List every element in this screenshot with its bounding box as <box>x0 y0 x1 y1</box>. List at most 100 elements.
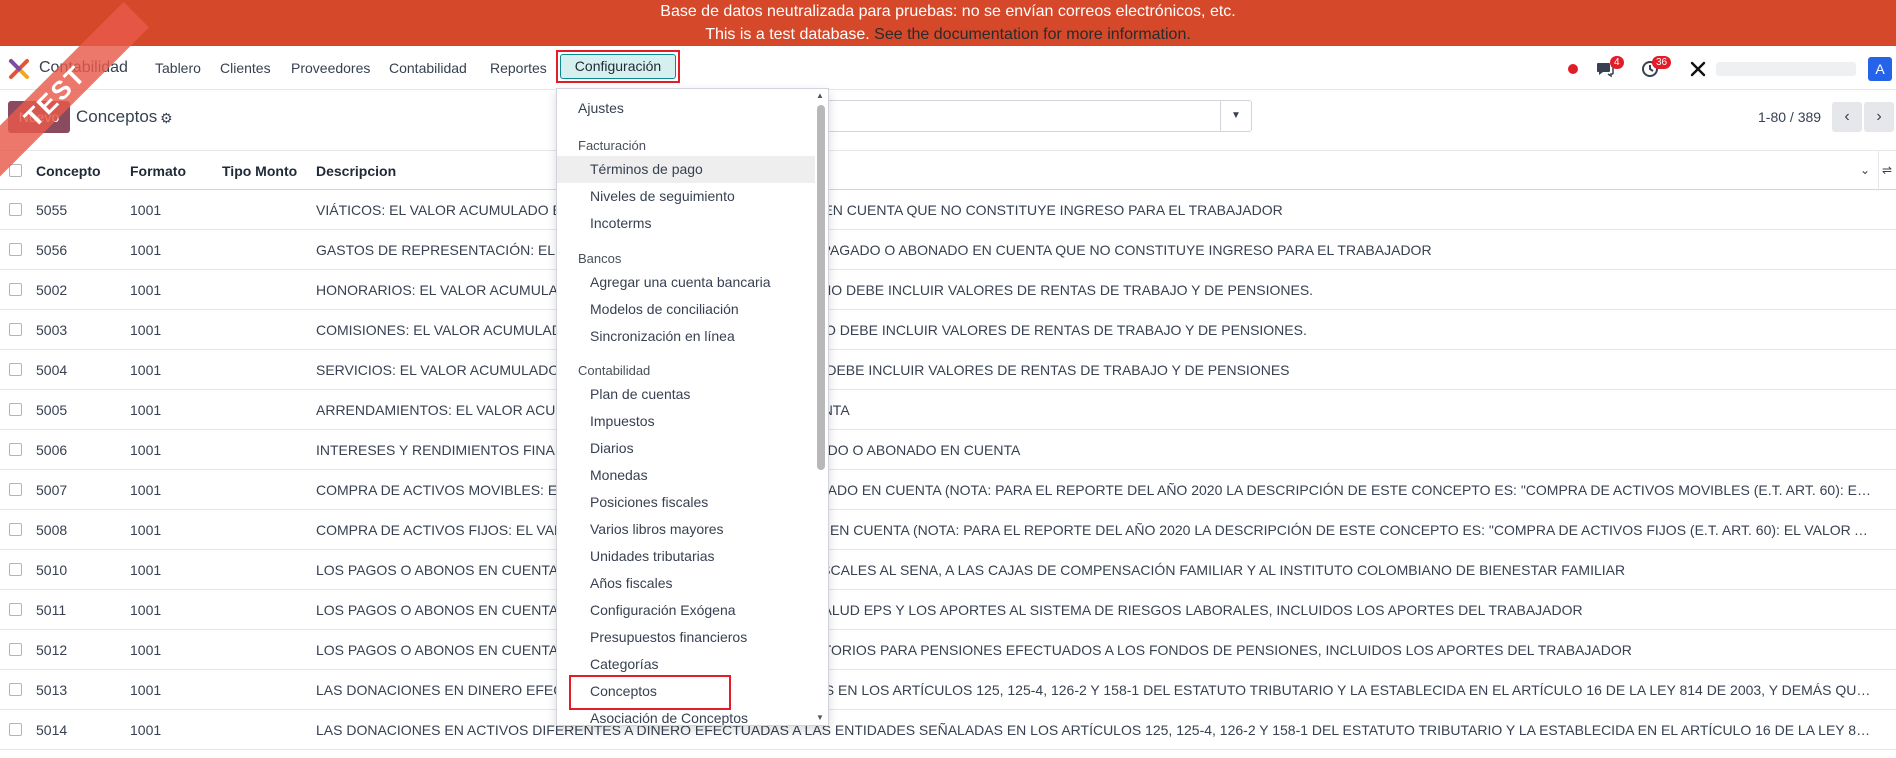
menu-item-label: Plan de cuentas <box>590 386 691 402</box>
menu-item-label: Impuestos <box>590 413 655 429</box>
menu-item-label: Diarios <box>590 440 634 456</box>
pager-next-button[interactable]: › <box>1864 102 1894 132</box>
menu-item-bancos-0[interactable]: Agregar una cuenta bancaria <box>557 269 815 296</box>
table-row[interactable]: 5013 1001 LAS DONACIONES EN DINERO EFECTUA… <box>0 670 1896 710</box>
table-row[interactable]: 5004 1001 SERVICIOS: EL VALOR ACUMULADO PA… <box>0 350 1896 390</box>
cell-formato: 1001 <box>130 282 162 298</box>
menu-configuracion[interactable]: Configuración <box>560 54 676 79</box>
section-header-contabilidad: Contabilidad <box>578 363 651 378</box>
table-row[interactable]: 5012 1001 LOS PAGOS O ABONOS EN CUENTA POR… <box>0 630 1896 670</box>
row-checkbox[interactable] <box>9 243 22 256</box>
dropdown-scrollbar[interactable] <box>817 105 825 470</box>
pager-value[interactable]: 1-80 / 389 <box>1758 109 1821 125</box>
menu-item-label: Posiciones fiscales <box>590 494 709 510</box>
table-row[interactable]: 5005 1001 ARRENDAMIENTOS: EL VALOR ACUMULA… <box>0 390 1896 430</box>
scroll-up-icon[interactable]: ▲ <box>816 91 824 100</box>
menu-item-facturacion-1[interactable]: Niveles de seguimiento <box>557 183 815 210</box>
row-checkbox[interactable] <box>9 683 22 696</box>
gear-icon[interactable]: ⚙ <box>160 110 173 127</box>
table-header: Concepto Formato Tipo Monto Descripcion … <box>0 150 1896 191</box>
menu-item-contabilidad-9[interactable]: Presupuestos financieros <box>557 624 815 651</box>
column-header-concepto[interactable]: Concepto <box>36 163 101 179</box>
user-name-blurred[interactable] <box>1716 62 1856 76</box>
menu-contabilidad[interactable]: Contabilidad <box>389 60 467 76</box>
menu-item-bancos-2[interactable]: Sincronización en línea <box>557 323 815 350</box>
cell-concepto: 5006 <box>36 442 68 458</box>
menu-item-contabilidad-2[interactable]: Diarios <box>557 435 815 462</box>
table-row[interactable]: 5002 1001 HONORARIOS: EL VALOR ACUMULADO P… <box>0 270 1896 310</box>
menu-item-label: Incoterms <box>590 215 652 231</box>
banner-line-1: Base de datos neutralizada para pruebas:… <box>660 3 1236 20</box>
row-checkbox[interactable] <box>9 283 22 296</box>
column-header-tipo-monto[interactable]: Tipo Monto <box>222 163 297 179</box>
menu-item-contabilidad-7[interactable]: Años fiscales <box>557 570 815 597</box>
menu-item-contabilidad-0[interactable]: Plan de cuentas <box>557 381 815 408</box>
menu-item-contabilidad-6[interactable]: Unidades tributarias <box>557 543 815 570</box>
accounting-app-icon[interactable] <box>8 58 30 80</box>
search-input[interactable] <box>820 100 1224 132</box>
row-checkbox[interactable] <box>9 323 22 336</box>
row-checkbox[interactable] <box>9 563 22 576</box>
menu-item-bancos-1[interactable]: Modelos de conciliación <box>557 296 815 323</box>
menu-item-contabilidad-8[interactable]: Configuración Exógena <box>557 597 815 624</box>
menu-item-facturacion-0[interactable]: Términos de pago <box>557 156 815 183</box>
table-row[interactable]: 5010 1001 LOS PAGOS O ABONOS EN CUENTA POR… <box>0 550 1896 590</box>
cell-formato: 1001 <box>130 522 162 538</box>
table-row[interactable]: 5003 1001 COMISIONES: EL VALOR ACUMULADO P… <box>0 310 1896 350</box>
select-all-checkbox[interactable] <box>9 164 22 177</box>
menu-tablero[interactable]: Tablero <box>155 60 201 76</box>
pager-previous-button[interactable]: ‹ <box>1832 102 1862 132</box>
menu-item-facturacion-2[interactable]: Incoterms <box>557 210 815 237</box>
row-checkbox[interactable] <box>9 723 22 736</box>
cell-descripcion: LAS DONACIONES EN ACTIVOS DIFERENTES A D… <box>316 722 1876 738</box>
table-row[interactable]: 5055 1001 VIÁTICOS: EL VALOR ACUMULADO EFE… <box>0 190 1896 230</box>
cell-descripcion: LOS PAGOS O ABONOS EN CUENTA POR CONCEPT… <box>316 562 1626 578</box>
column-header-formato[interactable]: Formato <box>130 163 186 179</box>
user-avatar[interactable]: A <box>1868 57 1892 81</box>
row-checkbox[interactable] <box>9 403 22 416</box>
menu-item-contabilidad-10[interactable]: Categorías <box>557 651 815 678</box>
menu-item-contabilidad-5[interactable]: Varios libros mayores <box>557 516 815 543</box>
search-options-toggle[interactable]: ▼ <box>1220 100 1252 132</box>
optional-columns-toggle[interactable]: ⇌ <box>1878 151 1896 191</box>
column-header-descripcion[interactable]: Descripcion <box>316 163 396 179</box>
menu-item-ajustes[interactable]: Ajustes <box>557 95 815 122</box>
cell-formato: 1001 <box>130 722 162 738</box>
table-row[interactable]: 5056 1001 GASTOS DE REPRESENTACIÓN: EL VAL… <box>0 230 1896 270</box>
cell-formato: 1001 <box>130 402 162 418</box>
row-checkbox[interactable] <box>9 643 22 656</box>
menu-clientes[interactable]: Clientes <box>220 60 271 76</box>
menu-reportes[interactable]: Reportes <box>490 60 547 76</box>
menu-item-contabilidad-3[interactable]: Monedas <box>557 462 815 489</box>
table-row[interactable]: 5006 1001 INTERESES Y RENDIMIENTOS FINANCI… <box>0 430 1896 470</box>
cell-formato: 1001 <box>130 322 162 338</box>
table-row[interactable]: 5007 1001 COMPRA DE ACTIVOS MOVIBLES: EL V… <box>0 470 1896 510</box>
menu-item-contabilidad-1[interactable]: Impuestos <box>557 408 815 435</box>
cell-concepto: 5012 <box>36 642 68 658</box>
table-row[interactable]: 5014 1001 LAS DONACIONES EN ACTIVOS DIFERE… <box>0 710 1896 750</box>
row-checkbox[interactable] <box>9 603 22 616</box>
menu-item-label: Asociación de Conceptos <box>590 710 748 726</box>
row-checkbox[interactable] <box>9 483 22 496</box>
scroll-down-icon[interactable]: ▼ <box>816 713 824 722</box>
banner-prefix: This is a test database. <box>705 26 870 43</box>
table-row[interactable]: 5008 1001 COMPRA DE ACTIVOS FIJOS: EL VALO… <box>0 510 1896 550</box>
row-checkbox[interactable] <box>9 443 22 456</box>
table-row[interactable]: 5011 1001 LOS PAGOS O ABONOS EN CUENTA A L… <box>0 590 1896 630</box>
caret-down-icon: ▼ <box>1231 110 1241 121</box>
menu-item-label: Términos de pago <box>590 161 703 177</box>
banner-line-2: This is a test database. See the documen… <box>0 23 1896 46</box>
menu-item-contabilidad-4[interactable]: Posiciones fiscales <box>557 489 815 516</box>
row-checkbox[interactable] <box>9 523 22 536</box>
recording-indicator-icon[interactable] <box>1568 64 1578 74</box>
menu-proveedores[interactable]: Proveedores <box>291 60 370 76</box>
documentation-link[interactable]: See the documentation for more informati… <box>874 26 1191 43</box>
cell-concepto: 5002 <box>36 282 68 298</box>
test-database-banner: Base de datos neutralizada para pruebas:… <box>0 0 1896 46</box>
tools-icon[interactable] <box>1690 61 1706 77</box>
chevron-down-icon[interactable]: ⌄ <box>1860 163 1870 177</box>
row-checkbox[interactable] <box>9 363 22 376</box>
menu-item-label: Configuración Exógena <box>590 602 736 618</box>
row-checkbox[interactable] <box>9 203 22 216</box>
menu-configuracion-highlight: Configuración <box>556 50 680 83</box>
